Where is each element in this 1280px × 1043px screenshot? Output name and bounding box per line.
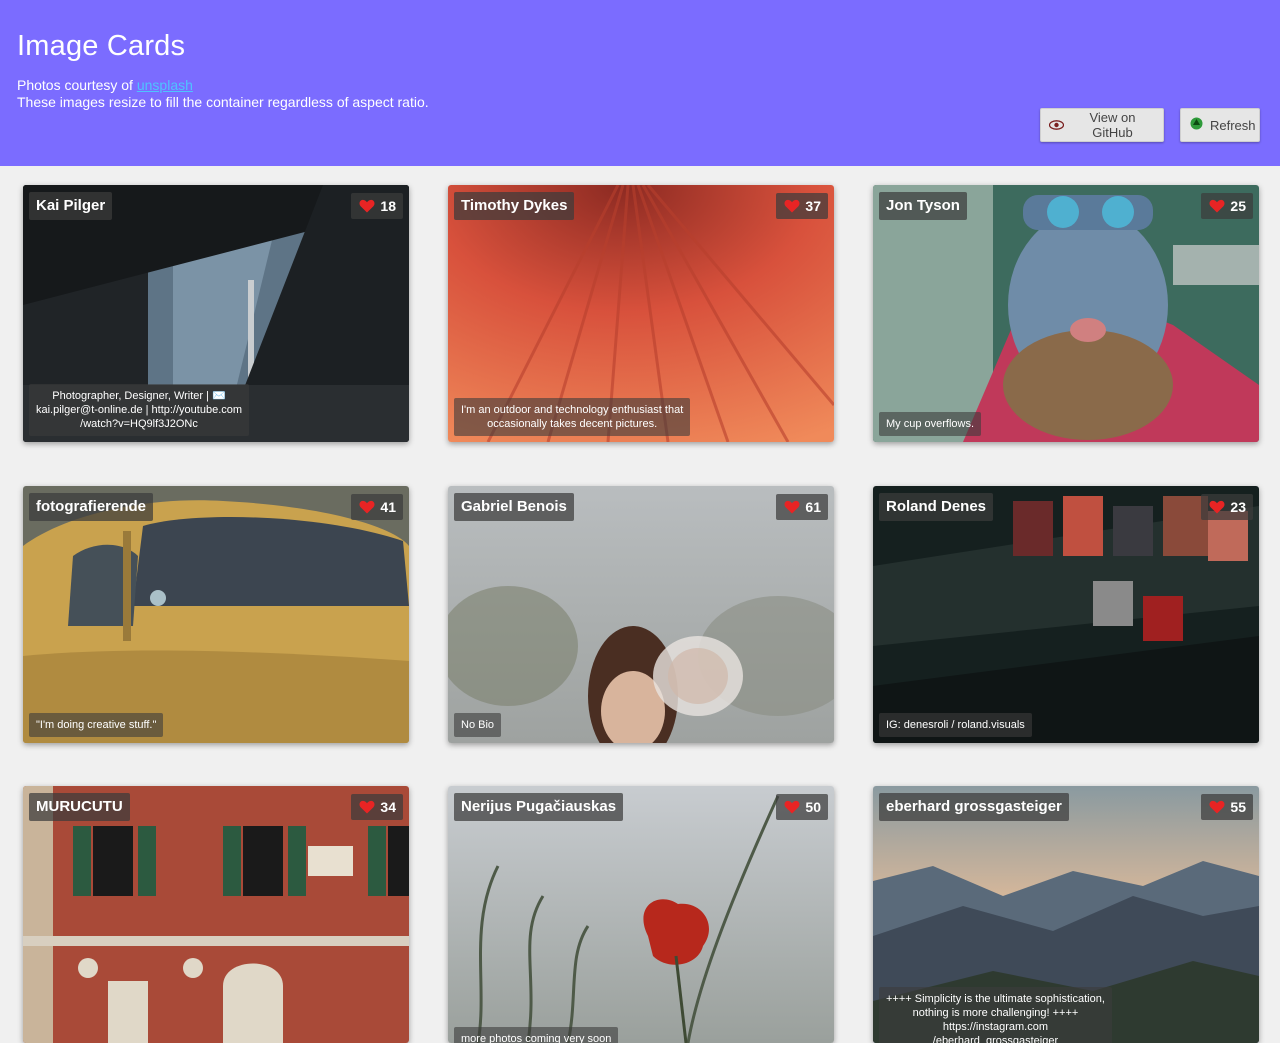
- subtitle-prefix: Photos courtesy of: [17, 77, 137, 93]
- photo-card[interactable]: Roland Denes 23 IG: denesroli / roland.v…: [873, 486, 1259, 743]
- photo-card[interactable]: Nerijus Pugačiauskas 50 more photos comi…: [448, 786, 834, 1043]
- heart-icon: [1209, 500, 1225, 514]
- card-author-name: Nerijus Pugačiauskas: [454, 793, 624, 821]
- card-bio: more photos coming very soon: [454, 1027, 619, 1043]
- likes-badge: 25: [1201, 193, 1253, 219]
- github-button-label: View on GitHub: [1089, 110, 1136, 140]
- card-photo: [448, 486, 834, 743]
- card-author-name: Roland Denes: [879, 493, 994, 521]
- card-author-name: Kai Pilger: [29, 192, 113, 220]
- likes-badge: 34: [351, 794, 403, 820]
- likes-badge: 37: [776, 193, 828, 219]
- card-bio: IG: denesroli / roland.visuals: [879, 713, 1032, 737]
- heart-icon: [1209, 800, 1225, 814]
- heart-icon: [1209, 199, 1225, 213]
- heart-icon: [784, 199, 800, 213]
- refresh-button-label: Refresh: [1210, 117, 1256, 133]
- likes-badge: 41: [351, 494, 403, 520]
- heart-icon: [784, 500, 800, 514]
- likes-count: 37: [805, 198, 821, 214]
- card-bio: My cup overflows.: [879, 412, 982, 436]
- likes-badge: 55: [1201, 794, 1253, 820]
- photo-card[interactable]: fotografierende 41 "I'm doing creative s…: [23, 486, 409, 743]
- card-author-name: Jon Tyson: [879, 192, 967, 220]
- card-bio: Photographer, Designer, Writer | ✉️ kai.…: [29, 384, 250, 436]
- card-photo: [448, 786, 834, 1043]
- view-on-github-button[interactable]: View on GitHub: [1040, 108, 1164, 142]
- eye-icon: [1048, 118, 1065, 133]
- refresh-button[interactable]: Refresh: [1180, 108, 1260, 142]
- photo-card[interactable]: Kai Pilger 18 Photographer, Designer, Wr…: [23, 185, 409, 442]
- refresh-icon: [1189, 116, 1204, 134]
- likes-badge: 18: [351, 193, 403, 219]
- card-bio: "I'm doing creative stuff.": [29, 713, 164, 737]
- page-subtitle: Photos courtesy of unsplash These images…: [17, 77, 429, 111]
- card-author-name: MURUCUTU: [29, 793, 130, 821]
- likes-badge: 61: [776, 494, 828, 520]
- card-author-name: Gabriel Benois: [454, 493, 574, 521]
- card-photo: [23, 786, 409, 1043]
- photo-card[interactable]: MURUCUTU 34: [23, 786, 409, 1043]
- likes-badge: 23: [1201, 494, 1253, 520]
- card-author-name: fotografierende: [29, 493, 154, 521]
- card-photo: [873, 486, 1259, 743]
- card-photo: [873, 185, 1259, 442]
- unsplash-link[interactable]: unsplash: [137, 77, 193, 93]
- likes-count: 25: [1230, 198, 1246, 214]
- likes-count: 34: [380, 799, 396, 815]
- likes-count: 55: [1230, 799, 1246, 815]
- heart-icon: [359, 199, 375, 213]
- likes-count: 50: [805, 799, 821, 815]
- heart-icon: [359, 500, 375, 514]
- photo-card[interactable]: Gabriel Benois 61 No Bio: [448, 486, 834, 743]
- likes-badge: 50: [776, 794, 828, 820]
- likes-count: 61: [805, 499, 821, 515]
- card-bio: I'm an outdoor and technology enthusiast…: [454, 398, 691, 436]
- page-header: Image Cards Photos courtesy of unsplash …: [0, 0, 1280, 166]
- likes-count: 18: [380, 198, 396, 214]
- card-bio: ++++ Simplicity is the ultimate sophisti…: [879, 987, 1112, 1043]
- likes-count: 41: [380, 499, 396, 515]
- card-author-name: eberhard grossgasteiger: [879, 793, 1069, 821]
- likes-count: 23: [1230, 499, 1246, 515]
- card-photo: [23, 486, 409, 743]
- page-title: Image Cards: [17, 30, 186, 62]
- card-author-name: Timothy Dykes: [454, 192, 575, 220]
- card-bio: No Bio: [454, 713, 502, 737]
- photo-card[interactable]: Timothy Dykes 37 I'm an outdoor and tech…: [448, 185, 834, 442]
- photo-card[interactable]: Jon Tyson 25 My cup overflows.: [873, 185, 1259, 442]
- photo-card[interactable]: eberhard grossgasteiger 55 ++++ Simplici…: [873, 786, 1259, 1043]
- subtitle-line2: These images resize to fill the containe…: [17, 94, 429, 110]
- heart-icon: [359, 800, 375, 814]
- heart-icon: [784, 800, 800, 814]
